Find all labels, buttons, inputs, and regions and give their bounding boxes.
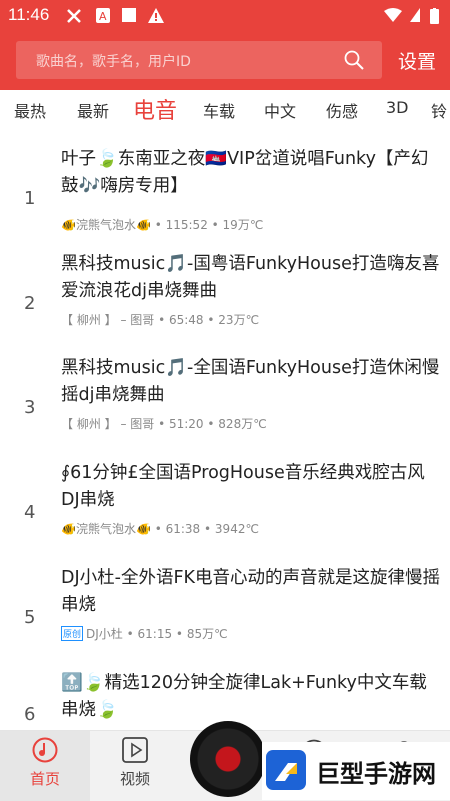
play-icon — [122, 737, 148, 763]
square-status-icon — [122, 8, 136, 22]
status-time: 11:46 — [8, 5, 50, 24]
a-status-icon: A — [96, 8, 110, 23]
song-rank: 6 — [24, 704, 36, 725]
tab-chinese[interactable]: 中文 — [264, 98, 296, 122]
tab-hot[interactable]: 最热 — [14, 98, 46, 122]
song-meta: 【 柳州 】 – 图哥 • 65:48 • 23万℃ — [61, 313, 260, 327]
song-rank: 1 — [24, 188, 36, 209]
warning-status-icon — [148, 8, 164, 23]
song-duration: 61:38 — [165, 522, 201, 536]
search-placeholder: 歌曲名，歌手名，用户ID — [36, 54, 191, 70]
song-author: 【 柳州 】 – 图哥 — [61, 313, 155, 327]
song-title: 🔝🍃精选120分钟全旋律Lak+Funky中文车载串烧🍃 — [61, 673, 427, 720]
nav-home[interactable]: 首页 — [0, 731, 90, 801]
watermark: 巨型手游网 — [262, 742, 450, 800]
song-title: 黑科技music🎵-全国语FunkyHouse打造休闲慢摇dj串烧舞曲 — [61, 358, 440, 405]
tab-new[interactable]: 最新 — [77, 98, 109, 122]
song-plays: 19万℃ — [222, 218, 264, 232]
song-duration: 61:15 — [137, 627, 173, 641]
song-plays: 85万℃ — [186, 627, 228, 641]
tab-car[interactable]: 车载 — [203, 98, 235, 122]
song-rank: 4 — [24, 502, 36, 523]
signal-icon — [410, 8, 420, 22]
now-playing-disc[interactable] — [190, 721, 266, 797]
song-duration: 65:48 — [168, 313, 204, 327]
song-meta: 原创 DJ小杜 • 61:15 • 85万℃ — [61, 626, 228, 641]
status-bar: 11:46 A — [0, 0, 450, 32]
tab-electronic[interactable]: 电音 — [133, 93, 177, 125]
song-plays: 828万℃ — [218, 417, 267, 431]
song-author: 🐠浣熊气泡水🐠 — [61, 218, 151, 232]
music-note-icon — [32, 737, 58, 763]
song-rank: 5 — [24, 607, 36, 628]
original-badge: 原创 — [61, 626, 84, 641]
nav-video-label: 视频 — [119, 770, 150, 788]
song-plays: 23万℃ — [218, 313, 260, 327]
song-duration: 51:20 — [168, 417, 204, 431]
watermark-text: 巨型手游网 — [316, 760, 436, 788]
song-plays: 3942℃ — [214, 522, 259, 536]
wifi-icon — [384, 8, 402, 22]
song-title: 黑科技music🎵-国粤语FunkyHouse打造嗨友喜爱流浪花dj串烧舞曲 — [61, 254, 440, 301]
nav-video[interactable]: 视频 — [90, 731, 180, 801]
tab-sad[interactable]: 伤感 — [326, 98, 358, 122]
song-meta: 🐠浣熊气泡水🐠 • 61:38 • 3942℃ — [61, 522, 259, 536]
song-title: DJ小杜-全外语FK电音心动的声音就是这旋律慢摇串烧 — [61, 568, 440, 615]
battery-icon — [430, 8, 439, 24]
tab-ringtone[interactable]: 铃 — [431, 98, 447, 122]
song-author: 【 柳州 】 – 图哥 — [61, 417, 155, 431]
nav-home-label: 首页 — [29, 770, 60, 788]
song-author: DJ小杜 — [86, 627, 123, 641]
song-rank: 3 — [24, 397, 36, 418]
song-author: 🐠浣熊气泡水🐠 — [61, 522, 151, 536]
song-title: ∮61分钟£全国语ProgHouse音乐经典戏腔古风DJ串烧 — [61, 463, 425, 510]
song-duration: 115:52 — [165, 218, 208, 232]
settings-button[interactable]: 设置 — [398, 47, 436, 74]
song-rank: 2 — [24, 293, 36, 314]
tab-3d[interactable]: 3D — [386, 98, 409, 117]
watermark-logo-icon — [275, 763, 297, 781]
song-meta: 🐠浣熊气泡水🐠 • 115:52 • 19万℃ — [61, 218, 264, 232]
svg-text:A: A — [99, 10, 107, 23]
watermark-logo — [266, 750, 306, 790]
song-title: 叶子🍃东南亚之夜🇰🇭VIP岔道说唱Funky【产幻鼓🎶嗨房专用】 — [61, 149, 429, 196]
search-icon[interactable] — [344, 50, 364, 70]
app-header: 11:46 A 歌曲名，歌手名，用户ID 设置 — [0, 0, 450, 90]
search-input[interactable]: 歌曲名，歌手名，用户ID — [16, 41, 382, 79]
shuffle-status-icon — [67, 9, 81, 23]
song-meta: 【 柳州 】 – 图哥 • 51:20 • 828万℃ — [61, 417, 267, 431]
category-tabs: 最热 最新 电音 车载 中文 伤感 3D 铃 — [0, 90, 450, 132]
